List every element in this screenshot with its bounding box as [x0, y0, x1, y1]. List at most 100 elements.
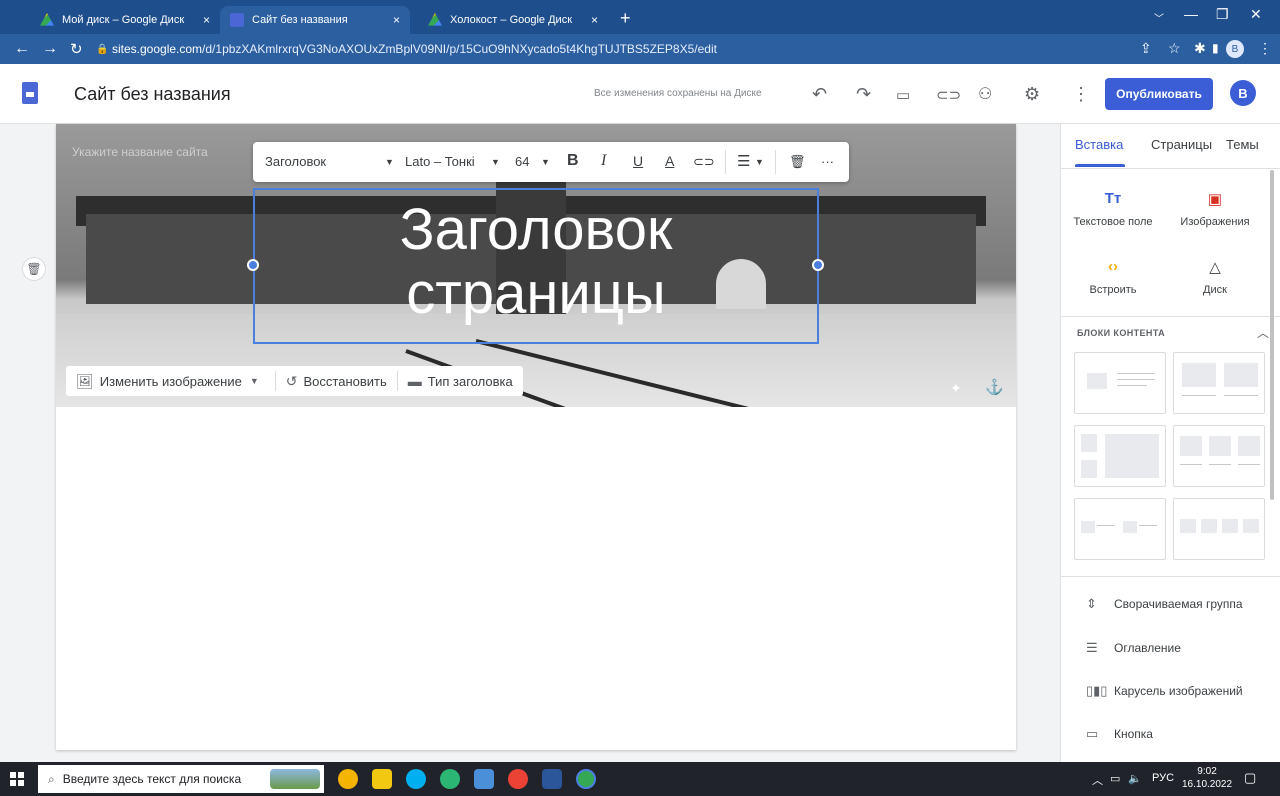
- file-explorer-icon[interactable]: [372, 769, 392, 789]
- restore-button[interactable]: ↺ Восстановить: [276, 366, 397, 396]
- header-type-button[interactable]: ▬ Тип заголовка: [398, 366, 523, 396]
- change-image-button[interactable]: 🖼 Изменить изображение ▼: [66, 366, 275, 396]
- tab-my-drive[interactable]: Мой диск – Google Диск ×: [30, 6, 220, 34]
- url-field[interactable]: sites.google.com/d/1pbzXAKmlrxrqVG3NoAXO…: [112, 42, 717, 56]
- insert-button[interactable]: ▭ Кнопка: [1086, 726, 1153, 742]
- sparkle-icon[interactable]: ✦: [950, 380, 962, 397]
- settings-gear-icon[interactable]: ⚙: [1024, 84, 1040, 105]
- content-block[interactable]: [1074, 498, 1166, 560]
- insert-embed-button[interactable]: ‹› Встроить: [1063, 258, 1163, 296]
- align-icon[interactable]: ☰: [737, 152, 750, 170]
- system-clock[interactable]: 9:02 16.10.2022: [1182, 765, 1232, 791]
- chevron-down-icon[interactable]: ▼: [541, 157, 550, 167]
- chevron-up-icon[interactable]: ︿: [1257, 324, 1269, 341]
- publish-button[interactable]: Опубликовать: [1105, 78, 1213, 110]
- delete-icon[interactable]: 🗑: [789, 154, 806, 170]
- side-panel-icon[interactable]: ▮: [1212, 41, 1219, 55]
- tab-search-icon[interactable]: ﹀: [1154, 10, 1164, 25]
- chevron-down-icon[interactable]: ▼: [385, 157, 394, 167]
- extensions-icon[interactable]: ✱: [1194, 40, 1206, 57]
- content-block[interactable]: [1074, 425, 1166, 487]
- insert-images-button[interactable]: ▣ Изображения: [1165, 190, 1265, 228]
- restore-icon[interactable]: ❐: [1216, 6, 1229, 23]
- panel-scrollbar[interactable]: [1270, 170, 1274, 500]
- insert-drive-button[interactable]: △ Диск: [1165, 258, 1265, 296]
- insert-image-carousel[interactable]: ▯▮▯ Карусель изображений: [1086, 683, 1243, 699]
- window-close-icon[interactable]: ✕: [1250, 6, 1262, 23]
- reload-icon[interactable]: ↻: [70, 40, 83, 58]
- forward-icon[interactable]: →: [42, 40, 58, 58]
- close-tab-icon[interactable]: ×: [203, 13, 210, 27]
- share-with-others-icon[interactable]: ⚇: [978, 84, 992, 104]
- resize-handle-left[interactable]: [247, 259, 259, 271]
- preview-device-icon[interactable]: ▭: [896, 86, 910, 104]
- image-icon: 🖼: [76, 372, 94, 389]
- content-block[interactable]: [1074, 352, 1166, 414]
- back-icon[interactable]: ←: [14, 40, 30, 58]
- site-title[interactable]: Сайт без названия: [74, 84, 231, 105]
- bookmark-star-icon[interactable]: ☆: [1168, 40, 1181, 57]
- skype-icon[interactable]: [406, 769, 426, 789]
- chrome-active-icon[interactable]: [576, 769, 596, 789]
- bold-button[interactable]: B: [567, 152, 579, 170]
- redo-icon[interactable]: ↷: [856, 84, 871, 105]
- clock-date: 16.10.2022: [1182, 779, 1233, 790]
- language-indicator[interactable]: РУС: [1152, 772, 1174, 784]
- insert-table-of-contents[interactable]: ☰ Оглавление: [1086, 640, 1181, 656]
- tab-site[interactable]: Сайт без названия ×: [220, 6, 410, 34]
- content-block[interactable]: [1173, 352, 1265, 414]
- word-icon[interactable]: [542, 769, 562, 789]
- browser-profile-avatar[interactable]: B: [1226, 40, 1244, 58]
- tab-insert[interactable]: Вставка: [1075, 137, 1123, 152]
- text-color-button[interactable]: A: [665, 153, 674, 169]
- font-select[interactable]: Lato – Тонкі: [405, 154, 475, 169]
- header-type-label: Тип заголовка: [427, 373, 513, 389]
- windows-start-icon[interactable]: [10, 772, 24, 786]
- more-format-button[interactable]: ···: [821, 154, 834, 169]
- new-tab-button[interactable]: +: [620, 8, 631, 29]
- chevron-down-icon[interactable]: ▼: [491, 157, 500, 167]
- close-tab-icon[interactable]: ×: [591, 13, 598, 27]
- image-toolbar: 🖼 Изменить изображение ▼ ↺ Восстановить …: [66, 366, 523, 396]
- resize-handle-right[interactable]: [812, 259, 824, 271]
- font-size-select[interactable]: 64: [515, 154, 529, 169]
- google-sites-logo-icon[interactable]: [22, 82, 38, 104]
- tab-pages[interactable]: Страницы: [1151, 137, 1212, 152]
- insert-link-icon[interactable]: ⊂⊃: [693, 154, 715, 170]
- italic-button[interactable]: I: [601, 152, 606, 170]
- underline-button[interactable]: U: [633, 153, 643, 169]
- share-icon[interactable]: ⇪: [1140, 40, 1152, 57]
- anchor-icon[interactable]: ⚓: [985, 378, 1004, 396]
- link-icon[interactable]: ⊂⊃: [936, 86, 961, 104]
- heading-line: страницы: [406, 261, 666, 326]
- insert-text-box-button[interactable]: Tт Текстовое поле: [1063, 190, 1163, 228]
- opera-icon[interactable]: [338, 769, 358, 789]
- chrome-menu-icon[interactable]: ⋮: [1258, 40, 1272, 57]
- tray-chevron-icon[interactable]: ︿: [1092, 772, 1103, 788]
- chevron-down-icon[interactable]: ▼: [755, 157, 764, 167]
- paragraph-style-select[interactable]: Заголовок: [265, 154, 326, 169]
- volume-icon[interactable]: 🔈: [1128, 772, 1142, 785]
- site-name-placeholder[interactable]: Укажите название сайта: [72, 145, 208, 159]
- insert-label: Диск: [1203, 284, 1227, 296]
- insert-collapsible-group[interactable]: ⇕ Сворачиваемая группа: [1086, 596, 1243, 612]
- save-app-icon[interactable]: [474, 769, 494, 789]
- network-icon[interactable]: ▭: [1110, 772, 1120, 785]
- tab-holocaust-drive[interactable]: Холокост – Google Диск ×: [418, 6, 608, 34]
- minimize-icon[interactable]: —: [1184, 6, 1198, 22]
- account-avatar[interactable]: B: [1230, 80, 1256, 106]
- chrome-icon[interactable]: [508, 769, 528, 789]
- notifications-icon[interactable]: ▢: [1244, 770, 1256, 786]
- edge-icon[interactable]: [440, 769, 460, 789]
- more-options-icon[interactable]: ⋮: [1072, 84, 1090, 105]
- content-block[interactable]: [1173, 498, 1265, 560]
- page-heading[interactable]: Заголовок страницы: [253, 198, 819, 326]
- undo-icon[interactable]: ↶: [812, 84, 827, 105]
- close-tab-icon[interactable]: ×: [393, 13, 400, 27]
- content-block[interactable]: [1173, 425, 1265, 487]
- tab-themes[interactable]: Темы: [1226, 137, 1259, 152]
- button-icon: ▭: [1086, 726, 1099, 741]
- list-label: Кнопка: [1114, 727, 1153, 741]
- delete-section-icon[interactable]: 🗑: [22, 257, 46, 281]
- heading-line: Заголовок: [399, 197, 673, 262]
